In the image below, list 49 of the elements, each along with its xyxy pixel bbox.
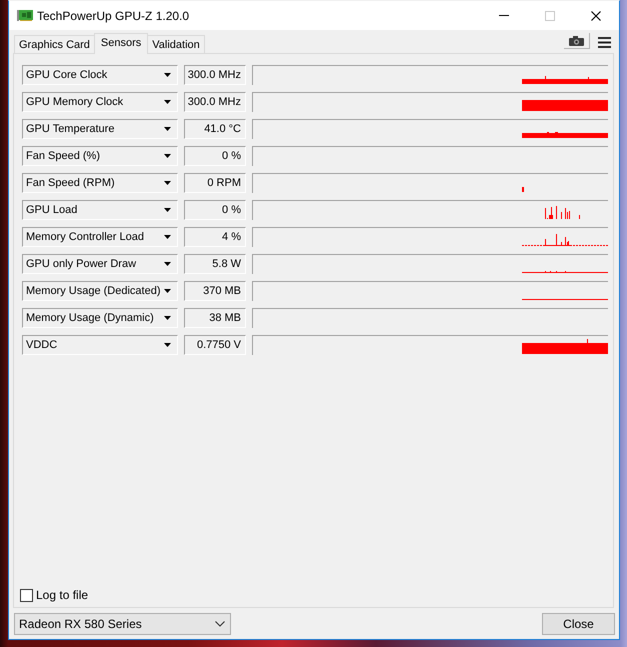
menu-icon[interactable] bbox=[598, 37, 611, 48]
sensor-value: 0 RPM bbox=[184, 173, 246, 193]
sensor-dropdown[interactable]: Memory Controller Load bbox=[22, 227, 178, 247]
gpu-select-dropdown[interactable]: Radeon RX 580 Series bbox=[14, 613, 231, 635]
sensor-value: 300.0 MHz bbox=[184, 92, 246, 112]
circuit-board-icon bbox=[17, 10, 33, 21]
caret-icon bbox=[164, 316, 171, 320]
sensor-dropdown[interactable]: GPU Core Clock bbox=[22, 65, 178, 85]
checkbox-label[interactable]: Log to file bbox=[36, 588, 88, 602]
sensor-value: 41.0 °C bbox=[184, 119, 246, 139]
sensor-dropdown[interactable]: GPU Memory Clock bbox=[22, 92, 178, 112]
sensor-dropdown[interactable]: Fan Speed (%) bbox=[22, 146, 178, 166]
log-checkbox[interactable] bbox=[20, 588, 33, 602]
chevron-down-icon bbox=[215, 621, 225, 627]
sensor-dropdown[interactable]: GPU only Power Draw bbox=[22, 254, 178, 274]
caret-icon bbox=[164, 235, 171, 239]
tab[interactable]: Sensors bbox=[94, 33, 148, 54]
sensor-dropdown[interactable]: VDDC bbox=[22, 335, 178, 355]
sensor-dropdown[interactable]: Memory Usage (Dedicated) bbox=[22, 281, 178, 301]
close-icon[interactable] bbox=[591, 10, 601, 20]
sensor-value: 4 % bbox=[184, 227, 246, 247]
sensor-dropdown[interactable]: Fan Speed (RPM) bbox=[22, 173, 178, 193]
screenshot-button[interactable] bbox=[564, 33, 590, 49]
close-button[interactable]: Close bbox=[542, 613, 615, 635]
sensor-value: 38 MB bbox=[184, 308, 246, 328]
sensor-value: 0.7750 V bbox=[184, 335, 246, 355]
caret-icon bbox=[164, 181, 171, 185]
sensor-dropdown[interactable]: GPU Temperature bbox=[22, 119, 178, 139]
caret-icon bbox=[164, 154, 171, 158]
tab[interactable]: Graphics Card bbox=[14, 35, 95, 53]
sensor-value: 370 MB bbox=[184, 281, 246, 301]
camera-icon bbox=[569, 36, 584, 46]
sensor-value: 0 % bbox=[184, 146, 246, 166]
sparkline-drawing bbox=[522, 187, 524, 192]
sensor-value: 0 % bbox=[184, 200, 246, 220]
tab[interactable]: Validation bbox=[147, 35, 205, 53]
sensor-dropdown[interactable]: GPU Load bbox=[22, 200, 178, 220]
caret-icon bbox=[164, 289, 171, 293]
caret-icon bbox=[164, 127, 171, 131]
sensor-dropdown[interactable]: Memory Usage (Dynamic) bbox=[22, 308, 178, 328]
caret-icon bbox=[164, 262, 171, 266]
sensor-value: 5.8 W bbox=[184, 254, 246, 274]
caret-icon bbox=[164, 343, 171, 347]
sparkline-drawing bbox=[545, 206, 580, 219]
caret-icon bbox=[164, 100, 171, 104]
sensor-value: 300.0 MHz bbox=[184, 65, 246, 85]
window-title: TechPowerUp GPU-Z 1.20.0 bbox=[37, 8, 190, 22]
caret-icon bbox=[164, 208, 171, 212]
caret-icon bbox=[164, 73, 171, 77]
